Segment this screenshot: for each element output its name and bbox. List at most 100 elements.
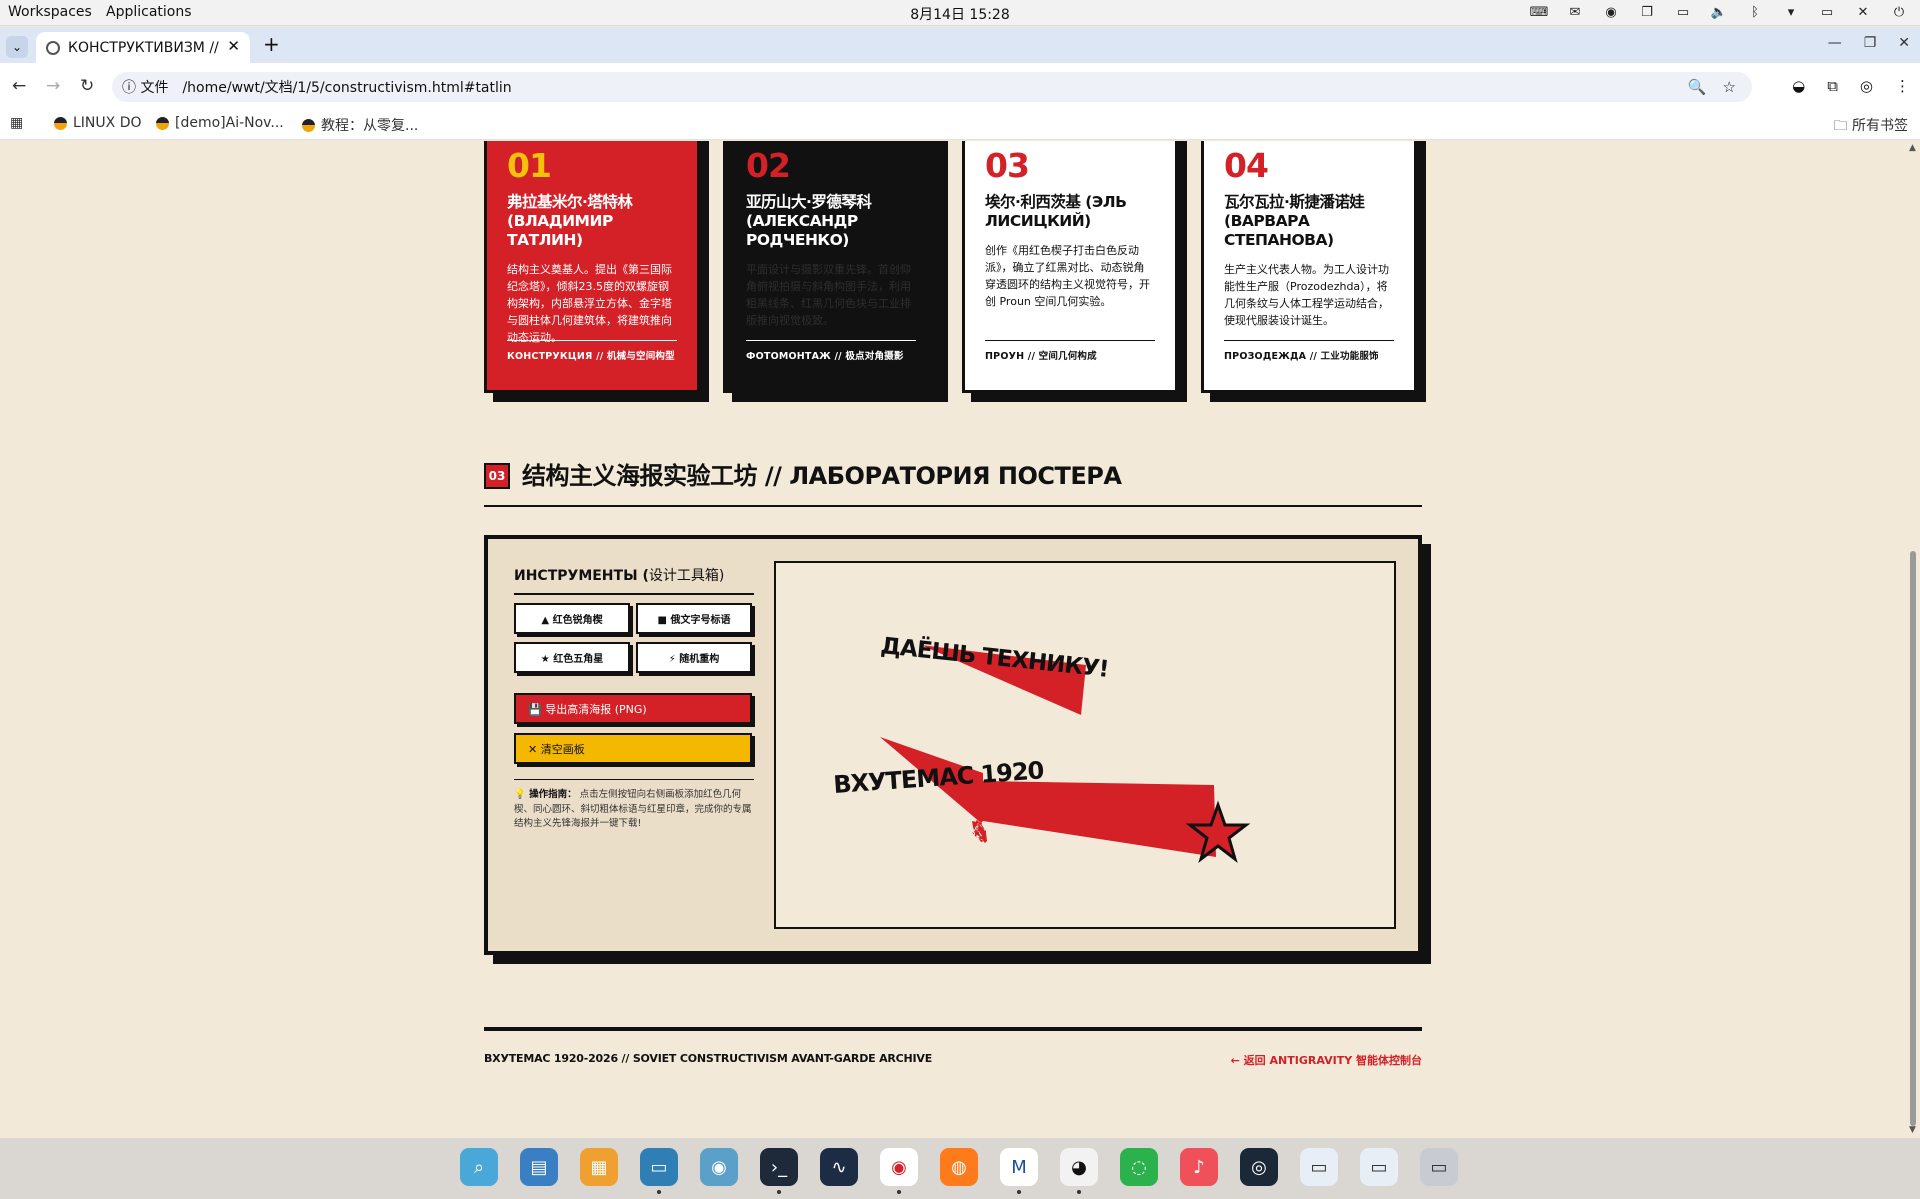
file-manager-icon[interactable]: ▭ [640,1148,678,1186]
mail-icon[interactable]: ✉ [1564,3,1586,21]
bookmark-item[interactable]: 教程：从零复... [302,115,418,135]
all-bookmarks-button[interactable]: 🗀 所有书签 [1834,115,1908,139]
add-russian-slogan-button[interactable]: ■ 俄文字号标语 [636,603,752,634]
system-tray: ⌨ ✉ ◉ ❐ ▭ 🔈 ᛒ ▾ ▭ ✕ ⏻ [1528,3,1910,21]
settings-app-icon[interactable]: ◉ [700,1148,738,1186]
card-number: 03 [985,146,1030,185]
browser-toolbar: ← → ↻ ⓘ 文件 /home/wwt/文档/1/5/constructivi… [0,63,1920,112]
artist-card-stepanova[interactable]: 04 瓦尔瓦拉·斯捷潘诺娃 (ВАРВАРА СТЕПАНОВА) 生产主义代表… [1201,141,1417,393]
zoom-icon[interactable]: 🔍 [1688,78,1707,96]
export-png-button[interactable]: 💾 导出高清海报 (PNG) [514,693,752,724]
footer-credits: ВХУТЕМАС 1920-2026 // SOVIET CONSTRUCTIV… [484,1052,933,1065]
bookmark-star-icon[interactable]: ☆ [1723,78,1736,96]
bookmark-favicon-icon [54,116,67,130]
add-red-wedge-button[interactable]: ▲ 红色锐角楔 [514,603,630,634]
steam-icon[interactable]: ◎ [1240,1148,1278,1186]
music-app-icon[interactable]: ♪ [1180,1148,1218,1186]
card-description: 生产主义代表人物。为工人设计功能性生产服（Prozodezhda），将几何条纹与… [1224,263,1389,327]
card-description: 结构主义奠基人。提出《第三国际纪念塔》，倾斜23.5度的双螺旋钢构架构，内部悬浮… [507,263,672,344]
clipboard-icon[interactable]: ❐ [1636,3,1658,21]
screenshot-window-icon[interactable]: ▭ [1360,1148,1398,1186]
running-indicator [1077,1190,1081,1194]
red-wedge-shape [880,737,1216,857]
screenshot-window-icon[interactable]: ▭ [1300,1148,1338,1186]
site-info-label: 文件 [140,80,169,96]
card-tag: ПРОЗОДЕЖДА // 工业功能服饰 [1224,340,1394,362]
forward-arrow-icon[interactable]: → [46,76,60,96]
artist-card-lissitzky[interactable]: 03 埃尔·利西茨基 (ЭЛЬ ЛИСИЦКИЙ) 创作《用红色楔子打击白色反动… [962,141,1178,393]
extension-app-icon[interactable]: ◒ [1792,77,1805,95]
wifi-icon[interactable]: ▾ [1780,3,1802,21]
power-icon[interactable]: ⏻ [1888,3,1910,21]
app-grid-icon[interactable]: ▦ [580,1148,618,1186]
bookmark-item[interactable]: LINUX DO [54,115,142,131]
minimize-icon[interactable]: — [1828,35,1842,51]
new-tab-plus-icon[interactable]: + [263,32,280,56]
kebab-menu-icon[interactable]: ⋮ [1895,77,1910,95]
screen-icon[interactable]: ▭ [1672,3,1694,21]
back-to-console-link[interactable]: ← 返回 ANTIGRAVITY 智能体控制台 [1100,1052,1422,1068]
section-number-badge: 03 [484,463,510,489]
firefox-icon[interactable]: ◍ [940,1148,978,1186]
running-indicator [777,1190,781,1194]
site-info-chip[interactable]: ⓘ 文件 [122,77,168,97]
card-artist-name: 瓦尔瓦拉·斯捷潘诺娃 (ВАРВАРА СТЕПАНОВА) [1224,193,1365,249]
scroll-down-icon[interactable]: ▼ [1909,1125,1916,1135]
bookmark-label: [demo]Ai-Nov... [175,115,284,131]
app-tray-icon[interactable]: ◉ [1600,3,1622,21]
footer-divider [484,1027,1422,1031]
mail-app-icon[interactable]: M [1000,1148,1038,1186]
url-text: /home/wwt/文档/1/5/constructivism.html#tat… [182,80,512,96]
add-red-star-button[interactable]: ★ 红色五角星 [514,642,630,673]
card-artist-name: 弗拉基米尔·塔特林 (ВЛАДИМИР ТАТЛИН) [507,193,633,249]
back-arrow-icon[interactable]: ← [12,76,26,96]
scrollbar-thumb[interactable] [1910,551,1916,1126]
network-icon[interactable]: ✕ [1852,3,1874,21]
close-window-icon[interactable]: ✕ [1898,35,1910,51]
extensions-puzzle-icon[interactable]: ⧉ [1827,77,1838,95]
card-description: 创作《用红色楔子打击白色反动派》，确立了红黑对比、动态锐角穿透圆环的结构主义视觉… [985,244,1150,308]
battery-icon[interactable]: ▭ [1816,3,1838,21]
profile-avatar-icon[interactable]: ◎ [1860,77,1873,95]
search-app-icon[interactable]: ⌕ [460,1148,498,1186]
page-scrollbar[interactable]: ▲ ▼ [1906,141,1920,1138]
poster-lab-panel: ИНСТРУМЕНТЫ (设计工具箱) ▲ 红色锐角楔 ■ 俄文字号标语 ★ 红… [484,535,1422,955]
card-number: 04 [1224,146,1269,185]
artist-card-tatlin[interactable]: 01 弗拉基米尔·塔特林 (ВЛАДИМИР ТАТЛИН) 结构主义奠基人。提… [484,141,700,393]
card-number: 01 [507,146,552,185]
apps-grid-icon[interactable]: ▦ [10,115,23,131]
scroll-up-icon[interactable]: ▲ [1909,143,1916,153]
all-bookmarks-label: 所有书签 [1852,118,1908,134]
applications-menu[interactable]: Applications [106,4,192,20]
clear-canvas-button[interactable]: ✕ 清空画板 [514,733,752,764]
card-tag: ФОТОМОНТАЖ // 极点对角摄影 [746,340,916,362]
artist-card-rodchenko[interactable]: 02 亚历山大·罗德琴科 (АЛЕКСАНДР РОДЧЕНКО) 平面设计与摄… [723,141,939,393]
tab-search-chevron-icon[interactable]: ⌄ [6,36,28,58]
bookmark-label: 教程：从零复... [321,118,419,134]
random-reconstruct-button[interactable]: ⚡ 随机重构 [636,642,752,673]
extension-icons: ◒ ⧉ ◎ ⋮ [1792,77,1910,95]
tab-title: КОНСТРУКТИВИЗМ // [68,39,219,56]
tab-close-icon[interactable]: ✕ [227,37,240,55]
reload-icon[interactable]: ↻ [80,76,94,96]
section-heading-poster-lab: 03 结构主义海报实验工坊 // ЛАБОРАТОРИЯ ПОСТЕРА [484,459,1422,507]
bookmark-label: LINUX DO [73,115,142,131]
section-title: 结构主义海报实验工坊 // ЛАБОРАТОРИЯ ПОСТЕРА [522,462,1122,490]
tab-constructivism[interactable]: КОНСТРУКТИВИЗМ // ✕ [36,32,250,63]
window-switcher-icon[interactable]: ▤ [520,1148,558,1186]
workspaces-menu[interactable]: Workspaces [8,4,92,20]
address-bar[interactable]: ⓘ 文件 /home/wwt/文档/1/5/constructivism.htm… [112,72,1752,102]
qq-penguin-icon[interactable]: ◕ [1060,1148,1098,1186]
bookmark-item[interactable]: [demo]Ai-Nov... [156,115,284,131]
poster-canvas[interactable]: ДАЁШЬ ТЕХНИКУ! ВХУТЕМАС 1920 [774,561,1396,929]
bluetooth-icon[interactable]: ᛒ [1744,3,1766,21]
keyboard-icon[interactable]: ⌨ [1528,3,1550,21]
wechat-icon[interactable]: ◌ [1120,1148,1158,1186]
chrome-browser-icon[interactable]: ◉ [880,1148,918,1186]
terminal-icon[interactable]: ›_ [760,1148,798,1186]
screenshot-window-icon[interactable]: ▭ [1420,1148,1458,1186]
system-monitor-icon[interactable]: ∿ [820,1148,858,1186]
maximize-icon[interactable]: ❐ [1864,35,1877,51]
tools-heading: ИНСТРУМЕНТЫ (设计工具箱) [514,565,754,595]
volume-icon[interactable]: 🔈 [1708,3,1730,21]
